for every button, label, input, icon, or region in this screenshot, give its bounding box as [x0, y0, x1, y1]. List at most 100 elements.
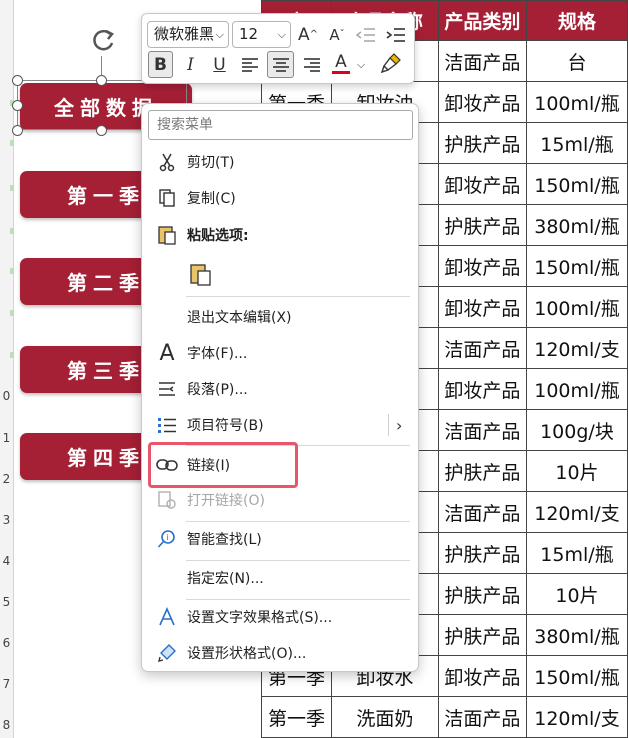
row-marker — [10, 352, 14, 358]
format-painter-button[interactable] — [376, 49, 406, 76]
menu-item-label: 退出文本编辑(X) — [187, 310, 292, 326]
menu-item-bullets[interactable]: 项目符号(B) › — [142, 408, 418, 442]
smart-lookup-icon: i — [154, 526, 180, 552]
paste-keep-text-icon — [190, 264, 211, 286]
table-cell[interactable]: 15ml/瓶 — [525, 122, 628, 164]
submenu-divider — [388, 414, 389, 436]
rotate-handle-icon[interactable] — [88, 26, 118, 56]
chevron-down-icon: ⌵ — [277, 28, 286, 41]
table-cell[interactable]: 护肤产品 — [437, 532, 527, 574]
table-cell[interactable]: 卸妆产品 — [437, 655, 527, 697]
table-cell[interactable]: 150ml/瓶 — [525, 163, 628, 205]
table-cell[interactable]: 380ml/瓶 — [525, 614, 628, 656]
menu-item-copy[interactable]: 复制(C) — [142, 181, 418, 215]
row-marker — [10, 228, 14, 234]
table-cell[interactable]: 100ml/瓶 — [525, 81, 628, 123]
italic-icon: I — [187, 54, 194, 75]
table-cell[interactable]: 护肤产品 — [437, 573, 527, 615]
menu-item-label: 设置文字效果格式(S)... — [187, 610, 333, 626]
decrease-indent-icon[interactable] — [353, 21, 379, 48]
table-cell[interactable]: 洗面奶 — [330, 696, 439, 738]
underline-icon: U — [213, 54, 226, 75]
table-cell[interactable]: 120ml/支 — [525, 696, 628, 738]
table-cell[interactable]: 卸妆产品 — [437, 245, 527, 287]
paste-keep-text-button[interactable] — [186, 257, 226, 291]
table-cell[interactable]: 380ml/瓶 — [525, 204, 628, 246]
table-cell[interactable]: 洁面产品 — [437, 696, 527, 738]
table-cell[interactable]: 卸妆产品 — [437, 286, 527, 328]
align-left-icon — [241, 57, 258, 72]
underline-button[interactable]: U — [207, 51, 232, 78]
align-right-button[interactable] — [299, 51, 324, 78]
table-cell[interactable]: 护肤产品 — [437, 204, 527, 246]
menu-item-paste-options: 粘贴选项: — [142, 218, 418, 252]
menu-item-label: 复制(C) — [187, 191, 236, 207]
table-cell[interactable]: 100g/块 — [525, 409, 628, 451]
table-cell[interactable]: 150ml/瓶 — [525, 655, 628, 697]
table-header: 产品类别 — [437, 0, 527, 41]
table-cell[interactable]: 护肤产品 — [437, 614, 527, 656]
table-cell[interactable]: 卸妆产品 — [437, 163, 527, 205]
table-cell[interactable]: 护肤产品 — [437, 450, 527, 492]
format-painter-icon — [380, 52, 401, 73]
table-cell[interactable]: 10片 — [525, 450, 628, 492]
menu-item-shape-format[interactable]: 设置形状格式(O)... — [142, 636, 418, 670]
font-size-value: 12 — [239, 25, 259, 43]
table-cell[interactable]: 100ml/瓶 — [525, 286, 628, 328]
menu-item-paragraph[interactable]: 段落(P)... — [142, 372, 418, 406]
table-cell[interactable]: 台 — [525, 40, 628, 82]
resize-handle[interactable] — [96, 75, 107, 86]
table-cell[interactable]: 洁面产品 — [437, 40, 527, 82]
menu-item-label: 打开链接(O) — [187, 493, 265, 509]
menu-item-label: 粘贴选项: — [187, 228, 249, 244]
table-cell[interactable]: 洁面产品 — [437, 491, 527, 533]
chevron-down-icon[interactable]: ⌵ — [354, 51, 368, 78]
resize-handle[interactable] — [96, 125, 107, 136]
align-left-button[interactable] — [237, 51, 262, 78]
table-cell[interactable]: 10片 — [525, 573, 628, 615]
shape-format-icon — [154, 640, 180, 666]
grow-font-button[interactable]: A ^ — [295, 21, 321, 48]
row-number: 7 — [2, 677, 11, 691]
table-cell[interactable]: 第一季 — [261, 696, 332, 738]
row-marker — [10, 268, 14, 274]
table-cell[interactable]: 120ml/支 — [525, 327, 628, 369]
menu-item-smart-lookup[interactable]: i 智能查找(L) — [142, 522, 418, 556]
menu-item-cut[interactable]: 剪切(T) — [142, 145, 418, 179]
shrink-font-button[interactable]: Aˇ — [324, 21, 350, 48]
menu-item-assign-macro[interactable]: 指定宏(N)... — [142, 561, 418, 595]
font-name-select[interactable]: 微软雅黑 ⌵ — [147, 21, 229, 48]
increase-indent-icon[interactable] — [383, 21, 409, 48]
font-color-button[interactable]: A — [329, 50, 353, 77]
row-number: 2 — [2, 472, 11, 486]
table-cell[interactable]: 洁面产品 — [437, 409, 527, 451]
menu-item-label: 智能查找(L) — [187, 532, 262, 548]
table-cell[interactable]: 120ml/支 — [525, 491, 628, 533]
table-cell[interactable]: 卸妆产品 — [437, 81, 527, 123]
menu-item-label: 设置形状格式(O)... — [187, 646, 307, 662]
table-cell[interactable]: 洁面产品 — [437, 327, 527, 369]
table-cell[interactable]: 护肤产品 — [437, 122, 527, 164]
font-size-select[interactable]: 12 ⌵ — [232, 21, 291, 48]
menu-item-font[interactable]: A 字体(F)... — [142, 336, 418, 370]
align-center-button[interactable] — [267, 51, 294, 78]
table-cell[interactable]: 卸妆产品 — [437, 368, 527, 410]
menu-separator — [186, 296, 410, 297]
menu-item-exit-text-edit[interactable]: 退出文本编辑(X) — [142, 300, 418, 334]
table-cell[interactable]: 150ml/瓶 — [525, 245, 628, 287]
table-cell[interactable]: 100ml/瓶 — [525, 368, 628, 410]
table-cell[interactable]: 15ml/瓶 — [525, 532, 628, 574]
italic-button[interactable]: I — [178, 51, 203, 78]
resize-handle[interactable] — [12, 100, 23, 111]
row-number: 5 — [2, 595, 11, 609]
row-marker — [10, 185, 14, 191]
scissors-icon — [154, 149, 180, 175]
menu-item-text-effects[interactable]: 设置文字效果格式(S)... — [142, 600, 418, 634]
font-icon: A — [159, 340, 175, 366]
resize-handle[interactable] — [12, 75, 23, 86]
row-number-strip: 0 1 2 3 4 5 6 7 8 — [0, 0, 14, 738]
resize-handle[interactable] — [12, 125, 23, 136]
menu-search-input[interactable]: 搜索菜单 — [148, 110, 413, 140]
bold-button[interactable]: B — [148, 51, 173, 78]
open-link-icon — [154, 487, 180, 513]
